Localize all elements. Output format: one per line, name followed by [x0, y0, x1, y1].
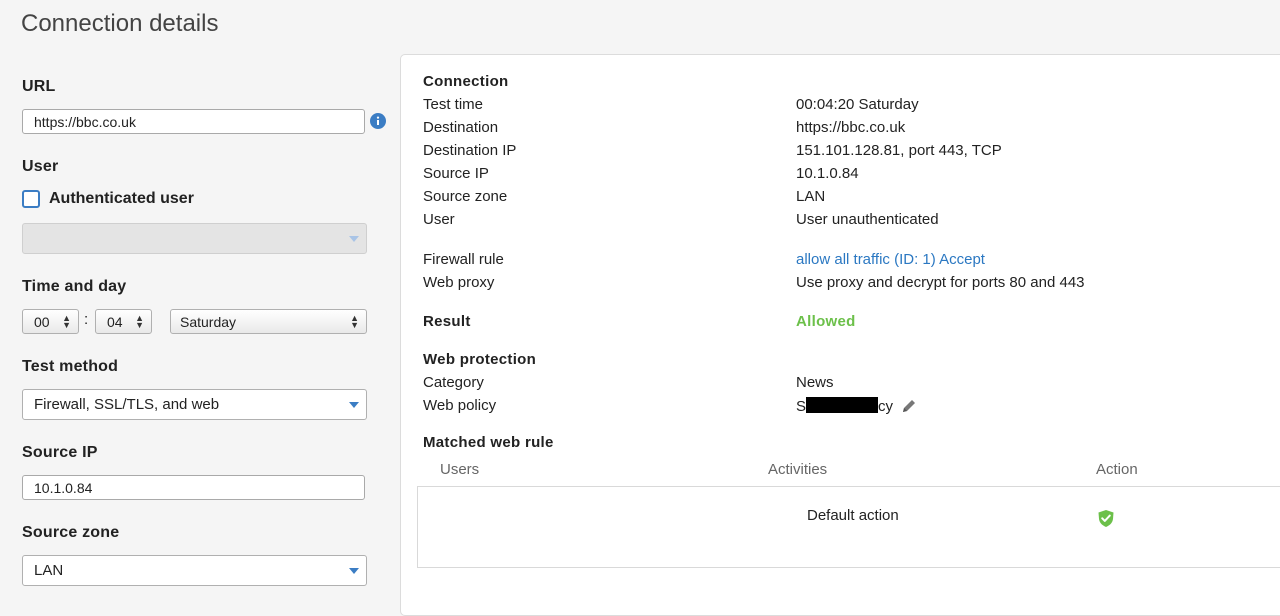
category-value: News: [796, 374, 834, 391]
default-action-cell: Default action: [807, 507, 899, 524]
source-zone-value: LAN: [34, 562, 64, 579]
result-value: Allowed: [796, 313, 856, 330]
web-proxy-value: Use proxy and decrypt for ports 80 and 4…: [796, 274, 1085, 291]
test-method-select[interactable]: Firewall, SSL/TLS, and web: [22, 389, 367, 420]
updown-icon: ▲ ▼: [62, 312, 71, 330]
hour-value: 00: [34, 313, 50, 330]
user-value: User unauthenticated: [796, 211, 939, 228]
source-ip-input[interactable]: [22, 475, 365, 500]
web-policy-prefix: S: [796, 398, 807, 415]
time-separator: :: [84, 311, 89, 328]
destination-ip-value: 151.101.128.81, port 443, TCP: [796, 142, 1002, 159]
web-protection-heading: Web protection: [423, 351, 537, 368]
info-icon[interactable]: [370, 113, 386, 129]
destination-ip-key: Destination IP: [423, 142, 517, 159]
source-ip-value: 10.1.0.84: [796, 165, 859, 182]
web-policy-key: Web policy: [423, 397, 497, 414]
user-label: User: [22, 158, 59, 175]
day-value: Saturday: [180, 313, 237, 330]
url-label: URL: [22, 78, 56, 95]
user-select: [22, 223, 367, 254]
connection-heading: Connection: [423, 73, 509, 90]
source-ip-label: Source IP: [22, 444, 98, 461]
hour-select[interactable]: 00 ▲ ▼: [22, 309, 79, 334]
firewall-rule-link[interactable]: allow all traffic (ID: 1) Accept: [796, 251, 985, 268]
result-key: Result: [423, 313, 471, 330]
column-header-users: Users: [440, 461, 480, 478]
authenticated-user-label[interactable]: Authenticated user: [49, 190, 194, 208]
web-policy-suffix: cy: [878, 398, 894, 415]
web-proxy-key: Web proxy: [423, 274, 495, 291]
source-zone-select[interactable]: LAN: [22, 555, 367, 586]
test-time-key: Test time: [423, 96, 484, 113]
test-time-value: 00:04:20 Saturday: [796, 96, 919, 113]
redaction-bar: [806, 397, 879, 413]
column-header-action: Action: [1096, 461, 1138, 478]
category-key: Category: [423, 374, 484, 391]
web-policy-value: Scy: [796, 397, 917, 418]
test-method-label: Test method: [22, 358, 119, 375]
minute-select[interactable]: 04 ▲ ▼: [95, 309, 152, 334]
source-zone-value: LAN: [796, 188, 826, 205]
pencil-icon[interactable]: [901, 398, 917, 418]
chevron-down-icon: [349, 567, 359, 574]
table-row: [417, 486, 1280, 568]
source-zone-key: Source zone: [423, 188, 508, 205]
user-key: User: [423, 211, 455, 228]
firewall-rule-key: Firewall rule: [423, 251, 504, 268]
test-method-value: Firewall, SSL/TLS, and web: [34, 396, 220, 413]
allow-shield-icon: [1098, 510, 1114, 527]
destination-value: https://bbc.co.uk: [796, 119, 906, 136]
source-zone-label: Source zone: [22, 524, 120, 541]
updown-icon: ▲ ▼: [350, 312, 359, 330]
time-and-day-label: Time and day: [22, 278, 127, 295]
url-input[interactable]: [22, 109, 365, 134]
updown-icon: ▲ ▼: [135, 312, 144, 330]
source-ip-key: Source IP: [423, 165, 489, 182]
chevron-down-icon: [349, 235, 359, 242]
column-header-activities: Activities: [768, 461, 828, 478]
day-select[interactable]: Saturday ▲ ▼: [170, 309, 367, 334]
chevron-down-icon: [349, 401, 359, 408]
destination-key: Destination: [423, 119, 499, 136]
authenticated-user-checkbox[interactable]: [22, 190, 40, 208]
test-form: URL User Authenticated user Time and day…: [0, 0, 400, 601]
minute-value: 04: [107, 313, 123, 330]
matched-web-rule-heading: Matched web rule: [423, 434, 554, 451]
